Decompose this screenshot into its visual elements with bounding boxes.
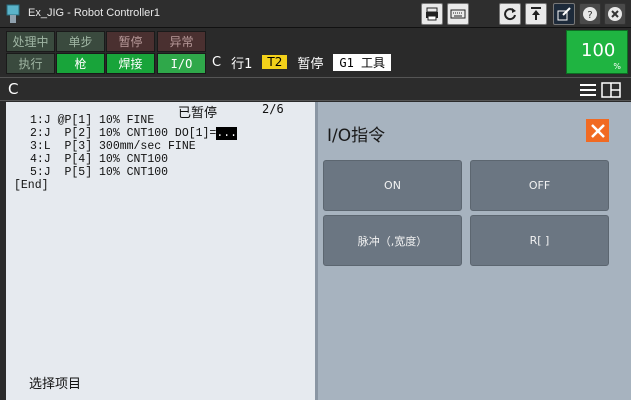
status-gun: 枪: [56, 53, 105, 74]
status-state: 暂停: [297, 56, 324, 72]
breadcrumb-letter: C: [8, 80, 19, 98]
group-badge: G1 工具: [333, 53, 392, 71]
prompt-text: 选择项目: [29, 377, 82, 392]
breadcrumb: C: [0, 77, 631, 101]
edit-icon[interactable]: [553, 3, 575, 25]
status-run: 执行: [6, 53, 55, 74]
override-indicator[interactable]: 100 %: [566, 30, 628, 74]
window-title: Ex_JIG - Robot Controller1: [28, 7, 161, 19]
menu-icon[interactable]: [579, 82, 597, 98]
refresh-icon[interactable]: [499, 3, 521, 25]
robot-app-icon: [6, 4, 20, 23]
status-weld: 焊接: [106, 53, 155, 74]
keyboard-icon[interactable]: [447, 3, 469, 25]
status-line-number: 行1: [231, 56, 253, 72]
status-c: C: [212, 54, 222, 70]
status-io: I/O: [157, 53, 206, 74]
close-x-icon: [590, 123, 605, 138]
layout-icon[interactable]: [601, 82, 621, 98]
program-listing: 1:J @P[1] 10% FINE 2:J P[2] 10% CNT100 DO…: [14, 114, 238, 192]
program-line[interactable]: 3:L P[3] 300mm/sec FINE: [30, 140, 237, 153]
pulse-button[interactable]: 脉冲（,宽度）: [323, 215, 462, 266]
status-line: C 行1 T2 暂停 G1 工具: [212, 52, 401, 72]
io-panel-title: I/O指令: [327, 126, 386, 146]
override-value: 100: [581, 40, 616, 61]
status-fault: 异常: [157, 31, 206, 52]
on-button[interactable]: ON: [323, 160, 462, 211]
close-panel-button[interactable]: [586, 119, 609, 142]
program-line[interactable]: 1:J @P[1] 10% FINE: [30, 114, 237, 127]
help-icon[interactable]: ?: [579, 3, 601, 25]
program-line[interactable]: 4:J P[4] 10% CNT100: [30, 153, 237, 166]
status-hold: 暂停: [106, 31, 155, 52]
program-line[interactable]: 5:J P[5] 10% CNT100: [30, 166, 237, 179]
status-busy: 处理中: [6, 31, 55, 52]
mode-badge: T2: [262, 55, 288, 69]
program-editor[interactable]: 已暂停 2/6 1:J @P[1] 10% FINE 2:J P[2] 10% C…: [6, 102, 315, 400]
status-step: 单步: [56, 31, 105, 52]
up-down-icon[interactable]: [525, 3, 547, 25]
override-unit: %: [613, 62, 621, 71]
close-icon[interactable]: [604, 3, 626, 25]
io-instruction-panel: I/O指令 ON OFF 脉冲（,宽度） R[ ]: [318, 102, 631, 400]
program-end-line[interactable]: [End]: [14, 179, 237, 192]
cursor-field[interactable]: ...: [216, 127, 238, 140]
register-button[interactable]: R[ ]: [470, 215, 609, 266]
title-bar: Ex_JIG - Robot Controller1 ?: [0, 0, 631, 28]
svg-text:?: ?: [587, 10, 592, 21]
print-icon[interactable]: [421, 3, 443, 25]
off-button[interactable]: OFF: [470, 160, 609, 211]
line-count: 2/6: [262, 102, 284, 116]
program-line[interactable]: 2:J P[2] 10% CNT100 DO[1]=...: [30, 127, 238, 140]
